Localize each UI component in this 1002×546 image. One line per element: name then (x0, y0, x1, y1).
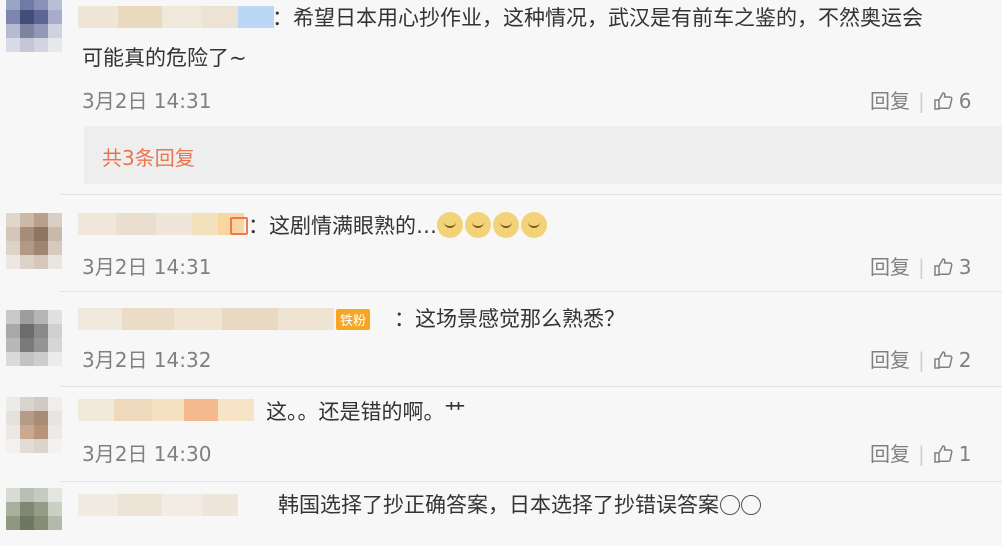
avatar[interactable] (6, 213, 64, 271)
membership-icon (230, 217, 248, 235)
avatar[interactable] (6, 310, 64, 368)
reply-button[interactable]: 回复 (870, 89, 910, 113)
smiley-emoji-icon (741, 495, 761, 515)
fan-badge: 铁粉 (336, 309, 371, 332)
avatar[interactable] (6, 0, 64, 54)
comment-item: ：希望日本用心抄作业，这种情况，武汉是有前车之鉴的，不然奥运会 可能真的危险了~… (0, 0, 1002, 125)
username-blurred[interactable] (78, 399, 254, 421)
replies-summary-bar[interactable]: 共3条回复 (84, 126, 1002, 184)
thumbs-up-icon[interactable] (933, 91, 953, 111)
thumbs-up-icon[interactable] (933, 350, 953, 370)
reply-button[interactable]: 回复 (870, 442, 910, 466)
comment-actions: 回复 | 2 (870, 344, 971, 373)
timestamp: 3月2日 14:30 (82, 442, 212, 466)
timestamp: 3月2日 14:31 (82, 255, 212, 279)
comment-text: 这。。还是错的啊。艹 (266, 400, 466, 424)
avatar[interactable] (6, 397, 64, 455)
like-count: 2 (958, 348, 972, 372)
like-count: 6 (958, 89, 972, 113)
comment-text: ：希望日本用心抄作业，这种情况，武汉是有前车之鉴的，不然奥运会 (272, 6, 923, 30)
view-replies-link[interactable]: 共3条回复 (102, 142, 195, 171)
separator: | (918, 348, 925, 372)
like-count: 1 (958, 442, 972, 466)
smiley-emoji-icon (720, 495, 740, 515)
timestamp: 3月2日 14:32 (82, 348, 212, 372)
comment-item: 韩国选择了抄正确答案，日本选择了抄错误答案 (0, 482, 1002, 533)
comment-text-body: ：这剧情满眼熟的… (248, 214, 437, 238)
thumbs-up-icon[interactable] (933, 257, 953, 277)
comment-item: 铁粉 ：这场景感觉那么熟悉？ 3月2日 14:32 回复 | 2 (0, 292, 1002, 386)
comment-item: 这。。还是错的啊。艹 3月2日 14:30 回复 | 1 (0, 387, 1002, 481)
thumbs-up-icon[interactable] (933, 444, 953, 464)
comment-text: ：这剧情满眼熟的… (248, 211, 549, 241)
avatar[interactable] (6, 488, 64, 546)
doge-emoji-icon (465, 212, 491, 238)
timestamp: 3月2日 14:31 (82, 89, 212, 113)
reply-button[interactable]: 回复 (870, 348, 910, 372)
username-blurred[interactable] (78, 6, 274, 28)
username-blurred[interactable] (78, 308, 334, 330)
comment-item: ：这剧情满眼熟的… 3月2日 14:31 回复 | 3 (0, 195, 1002, 291)
comment-text: 韩国选择了抄正确答案，日本选择了抄错误答案 (278, 490, 761, 520)
comment-text-body: 韩国选择了抄正确答案，日本选择了抄错误答案 (278, 493, 719, 517)
separator: | (918, 89, 925, 113)
comment-actions: 回复 | 3 (870, 251, 971, 280)
comment-text-continued: 可能真的危险了~ (82, 46, 247, 70)
separator: | (918, 442, 925, 466)
comment-text: ：这场景感觉那么熟悉？ (394, 307, 625, 331)
doge-emoji-icon (521, 212, 547, 238)
separator: | (918, 255, 925, 279)
doge-emoji-icon (493, 212, 519, 238)
fan-badge-label: 铁粉 (336, 309, 371, 330)
comment-actions: 回复 | 6 (870, 85, 971, 114)
comment-actions: 回复 | 1 (870, 438, 971, 467)
username-blurred[interactable] (78, 494, 264, 516)
doge-emoji-icon (437, 212, 463, 238)
reply-button[interactable]: 回复 (870, 255, 910, 279)
username-blurred[interactable] (78, 213, 244, 235)
like-count: 3 (958, 255, 972, 279)
